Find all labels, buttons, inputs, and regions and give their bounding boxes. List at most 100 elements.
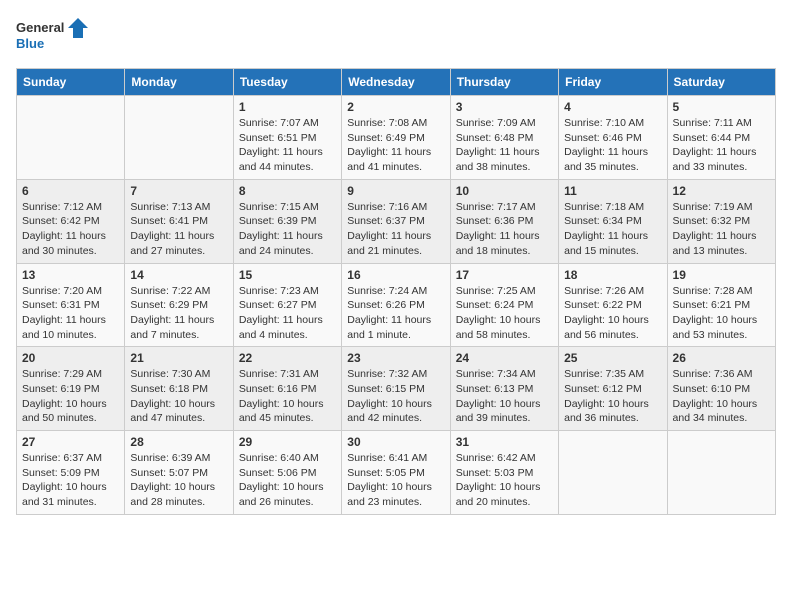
day-detail: Sunrise: 6:42 AMSunset: 5:03 PMDaylight:… [456, 451, 553, 510]
daylight-text: Daylight: 11 hours and 27 minutes. [130, 229, 227, 258]
daylight-text: Daylight: 11 hours and 35 minutes. [564, 145, 661, 174]
sunrise-text: Sunrise: 6:37 AM [22, 451, 119, 466]
day-number: 12 [673, 184, 770, 198]
daylight-text: Daylight: 11 hours and 38 minutes. [456, 145, 553, 174]
daylight-text: Daylight: 10 hours and 58 minutes. [456, 313, 553, 342]
day-detail: Sunrise: 7:11 AMSunset: 6:44 PMDaylight:… [673, 116, 770, 175]
calendar-cell [667, 431, 775, 515]
calendar-cell: 30Sunrise: 6:41 AMSunset: 5:05 PMDayligh… [342, 431, 450, 515]
day-number: 4 [564, 100, 661, 114]
calendar-cell: 4 Sunrise: 7:10 AMSunset: 6:46 PMDaylight… [559, 96, 667, 180]
calendar-cell: 21Sunrise: 7:30 AMSunset: 6:18 PMDayligh… [125, 347, 233, 431]
calendar-cell: 28Sunrise: 6:39 AMSunset: 5:07 PMDayligh… [125, 431, 233, 515]
day-detail: Sunrise: 7:22 AMSunset: 6:29 PMDaylight:… [130, 284, 227, 343]
calendar-cell: 18Sunrise: 7:26 AMSunset: 6:22 PMDayligh… [559, 263, 667, 347]
sunrise-text: Sunrise: 6:39 AM [130, 451, 227, 466]
header-saturday: Saturday [667, 69, 775, 96]
day-number: 6 [22, 184, 119, 198]
sunset-text: Sunset: 6:15 PM [347, 382, 444, 397]
calendar-cell: 23Sunrise: 7:32 AMSunset: 6:15 PMDayligh… [342, 347, 450, 431]
calendar-cell: 25 Sunrise: 7:35 AMSunset: 6:12 PMDayligh… [559, 347, 667, 431]
day-detail: Sunrise: 7:10 AMSunset: 6:46 PMDaylight:… [564, 116, 661, 175]
sunset-text: Sunset: 6:10 PM [673, 382, 770, 397]
sunrise-text: Sunrise: 7:26 AM [564, 284, 661, 299]
day-number: 2 [347, 100, 444, 114]
calendar-cell: 29 Sunrise: 6:40 AMSunset: 5:06 PMDayligh… [233, 431, 341, 515]
day-detail: Sunrise: 7:36 AMSunset: 6:10 PMDaylight:… [673, 367, 770, 426]
calendar-cell: 6Sunrise: 7:12 AMSunset: 6:42 PMDaylight… [17, 179, 125, 263]
day-detail: Sunrise: 7:31 AMSunset: 6:16 PMDaylight:… [239, 367, 336, 426]
day-detail: Sunrise: 7:35 AMSunset: 6:12 PMDaylight:… [564, 367, 661, 426]
daylight-text: Daylight: 11 hours and 18 minutes. [456, 229, 553, 258]
day-detail: Sunrise: 7:28 AMSunset: 6:21 PMDaylight:… [673, 284, 770, 343]
day-number: 29 [239, 435, 336, 449]
sunrise-text: Sunrise: 7:36 AM [673, 367, 770, 382]
sunset-text: Sunset: 6:26 PM [347, 298, 444, 313]
day-number: 26 [673, 351, 770, 365]
sunset-text: Sunset: 6:51 PM [239, 131, 336, 146]
day-detail: Sunrise: 7:09 AMSunset: 6:48 PMDaylight:… [456, 116, 553, 175]
day-number: 10 [456, 184, 553, 198]
daylight-text: Daylight: 11 hours and 15 minutes. [564, 229, 661, 258]
calendar-cell: 11Sunrise: 7:18 AMSunset: 6:34 PMDayligh… [559, 179, 667, 263]
day-number: 22 [239, 351, 336, 365]
day-detail: Sunrise: 6:41 AMSunset: 5:05 PMDaylight:… [347, 451, 444, 510]
sunset-text: Sunset: 6:13 PM [456, 382, 553, 397]
calendar-cell: 2Sunrise: 7:08 AMSunset: 6:49 PMDaylight… [342, 96, 450, 180]
day-detail: Sunrise: 7:26 AMSunset: 6:22 PMDaylight:… [564, 284, 661, 343]
day-number: 16 [347, 268, 444, 282]
day-number: 17 [456, 268, 553, 282]
day-detail: Sunrise: 6:40 AMSunset: 5:06 PMDaylight:… [239, 451, 336, 510]
day-number: 24 [456, 351, 553, 365]
day-number: 7 [130, 184, 227, 198]
day-detail: Sunrise: 7:07 AMSunset: 6:51 PMDaylight:… [239, 116, 336, 175]
daylight-text: Daylight: 11 hours and 30 minutes. [22, 229, 119, 258]
calendar-cell: 17Sunrise: 7:25 AMSunset: 6:24 PMDayligh… [450, 263, 558, 347]
calendar-week-1: 1 Sunrise: 7:07 AMSunset: 6:51 PMDaylight… [17, 96, 776, 180]
sunset-text: Sunset: 6:37 PM [347, 214, 444, 229]
daylight-text: Daylight: 10 hours and 47 minutes. [130, 397, 227, 426]
sunrise-text: Sunrise: 7:28 AM [673, 284, 770, 299]
day-detail: Sunrise: 7:23 AMSunset: 6:27 PMDaylight:… [239, 284, 336, 343]
day-detail: Sunrise: 7:32 AMSunset: 6:15 PMDaylight:… [347, 367, 444, 426]
daylight-text: Daylight: 10 hours and 34 minutes. [673, 397, 770, 426]
calendar-cell: 9Sunrise: 7:16 AMSunset: 6:37 PMDaylight… [342, 179, 450, 263]
sunset-text: Sunset: 6:19 PM [22, 382, 119, 397]
calendar-cell: 5Sunrise: 7:11 AMSunset: 6:44 PMDaylight… [667, 96, 775, 180]
daylight-text: Daylight: 11 hours and 21 minutes. [347, 229, 444, 258]
day-number: 27 [22, 435, 119, 449]
day-number: 1 [239, 100, 336, 114]
day-detail: Sunrise: 7:29 AMSunset: 6:19 PMDaylight:… [22, 367, 119, 426]
header-friday: Friday [559, 69, 667, 96]
sunset-text: Sunset: 6:49 PM [347, 131, 444, 146]
sunrise-text: Sunrise: 7:22 AM [130, 284, 227, 299]
daylight-text: Daylight: 10 hours and 39 minutes. [456, 397, 553, 426]
daylight-text: Daylight: 10 hours and 36 minutes. [564, 397, 661, 426]
day-detail: Sunrise: 7:30 AMSunset: 6:18 PMDaylight:… [130, 367, 227, 426]
sunset-text: Sunset: 6:36 PM [456, 214, 553, 229]
calendar-cell: 8Sunrise: 7:15 AMSunset: 6:39 PMDaylight… [233, 179, 341, 263]
day-number: 14 [130, 268, 227, 282]
sunset-text: Sunset: 6:34 PM [564, 214, 661, 229]
sunrise-text: Sunrise: 7:24 AM [347, 284, 444, 299]
sunset-text: Sunset: 6:31 PM [22, 298, 119, 313]
daylight-text: Daylight: 11 hours and 24 minutes. [239, 229, 336, 258]
calendar-cell: 16 Sunrise: 7:24 AMSunset: 6:26 PMDayligh… [342, 263, 450, 347]
daylight-text: Daylight: 11 hours and 13 minutes. [673, 229, 770, 258]
sunrise-text: Sunrise: 7:09 AM [456, 116, 553, 131]
day-number: 3 [456, 100, 553, 114]
day-detail: Sunrise: 7:19 AMSunset: 6:32 PMDaylight:… [673, 200, 770, 259]
calendar-cell [125, 96, 233, 180]
sunrise-text: Sunrise: 7:13 AM [130, 200, 227, 215]
day-detail: Sunrise: 7:13 AMSunset: 6:41 PMDaylight:… [130, 200, 227, 259]
calendar-cell: 1 Sunrise: 7:07 AMSunset: 6:51 PMDaylight… [233, 96, 341, 180]
sunset-text: Sunset: 6:42 PM [22, 214, 119, 229]
logo: General Blue [16, 16, 96, 56]
sunset-text: Sunset: 5:03 PM [456, 466, 553, 481]
daylight-text: Daylight: 10 hours and 20 minutes. [456, 480, 553, 509]
day-number: 28 [130, 435, 227, 449]
day-detail: Sunrise: 7:20 AMSunset: 6:31 PMDaylight:… [22, 284, 119, 343]
day-detail: Sunrise: 7:24 AMSunset: 6:26 PMDaylight:… [347, 284, 444, 343]
sunset-text: Sunset: 6:44 PM [673, 131, 770, 146]
day-number: 25 [564, 351, 661, 365]
